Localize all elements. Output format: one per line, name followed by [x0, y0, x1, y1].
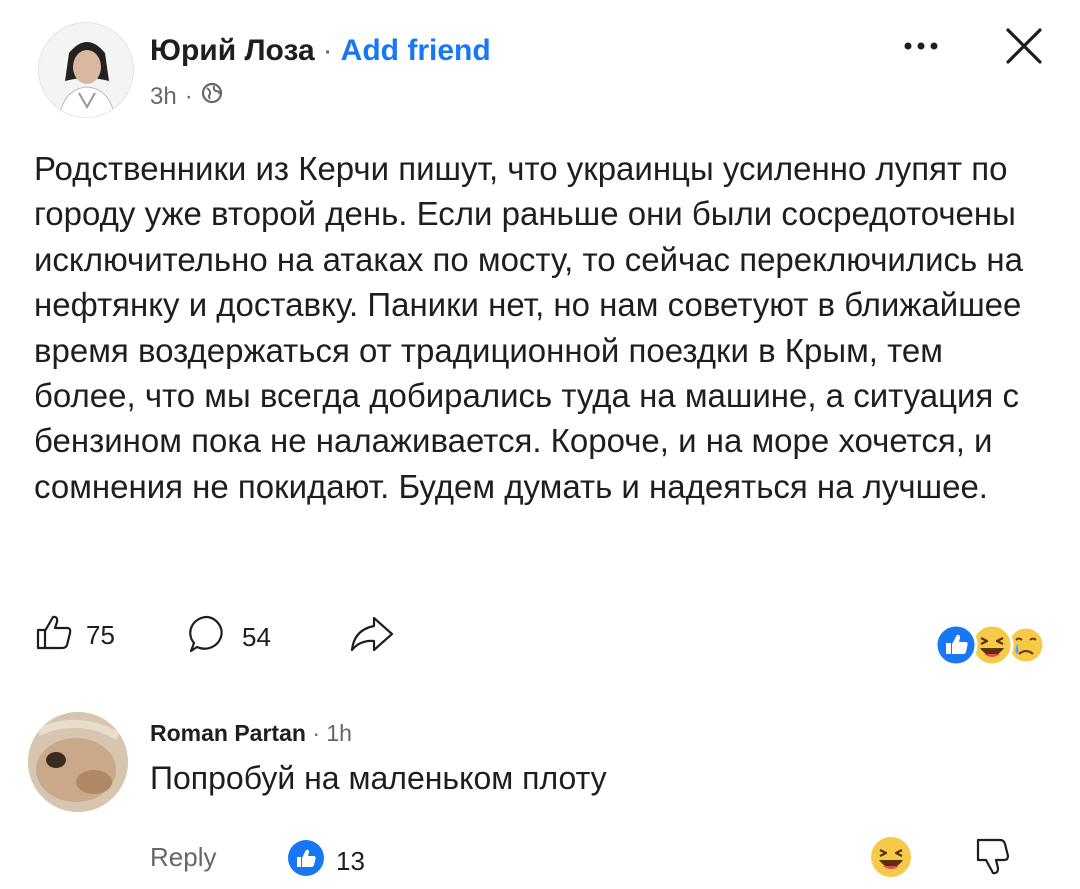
laugh-icon — [970, 623, 1014, 667]
laugh-reaction-icon[interactable] — [868, 834, 914, 880]
comment-time[interactable]: 1h — [326, 720, 352, 746]
comment-button[interactable]: 54 — [186, 612, 271, 663]
commenter-name[interactable]: Roman Partan — [150, 720, 306, 746]
post-header: Юрий Лоза · Add friend — [150, 34, 491, 68]
author-avatar-image — [39, 23, 133, 117]
post-meta: 3h · — [150, 82, 223, 111]
comment-count: 54 — [242, 622, 271, 652]
like-badge-icon — [286, 838, 326, 885]
thumbs-down-icon[interactable] — [970, 834, 1014, 878]
header-separator: · — [322, 34, 333, 67]
share-button[interactable] — [346, 612, 398, 663]
commenter-avatar[interactable] — [28, 712, 128, 812]
meta-separator: · — [184, 82, 193, 110]
comment-likes[interactable]: 13 — [286, 838, 365, 885]
comment-text: Попробуй на маленьком плоту — [150, 760, 607, 796]
close-icon[interactable] — [1002, 24, 1046, 68]
like-count: 75 — [86, 620, 115, 650]
post-time[interactable]: 3h — [150, 83, 177, 111]
author-name[interactable]: Юрий Лоза — [150, 34, 315, 67]
globe-icon — [201, 82, 223, 111]
like-button[interactable]: 75 — [34, 612, 115, 659]
add-friend-button[interactable]: Add friend — [341, 34, 491, 67]
comment-icon — [186, 612, 230, 663]
post-text: Родственники из Керчи пишут, что украинц… — [34, 150, 1023, 505]
comment-separator: · — [312, 720, 320, 746]
reply-button[interactable]: Reply — [150, 842, 216, 873]
reactions-summary[interactable] — [930, 620, 1058, 670]
commenter-avatar-image — [28, 712, 128, 812]
comment-header: Roman Partan · 1h — [150, 720, 352, 747]
share-icon — [346, 612, 398, 663]
like-icon — [934, 623, 978, 667]
author-avatar[interactable] — [38, 22, 134, 118]
more-options-icon[interactable] — [896, 24, 946, 64]
thumbs-up-icon — [34, 612, 74, 659]
comment-like-count: 13 — [336, 846, 365, 876]
